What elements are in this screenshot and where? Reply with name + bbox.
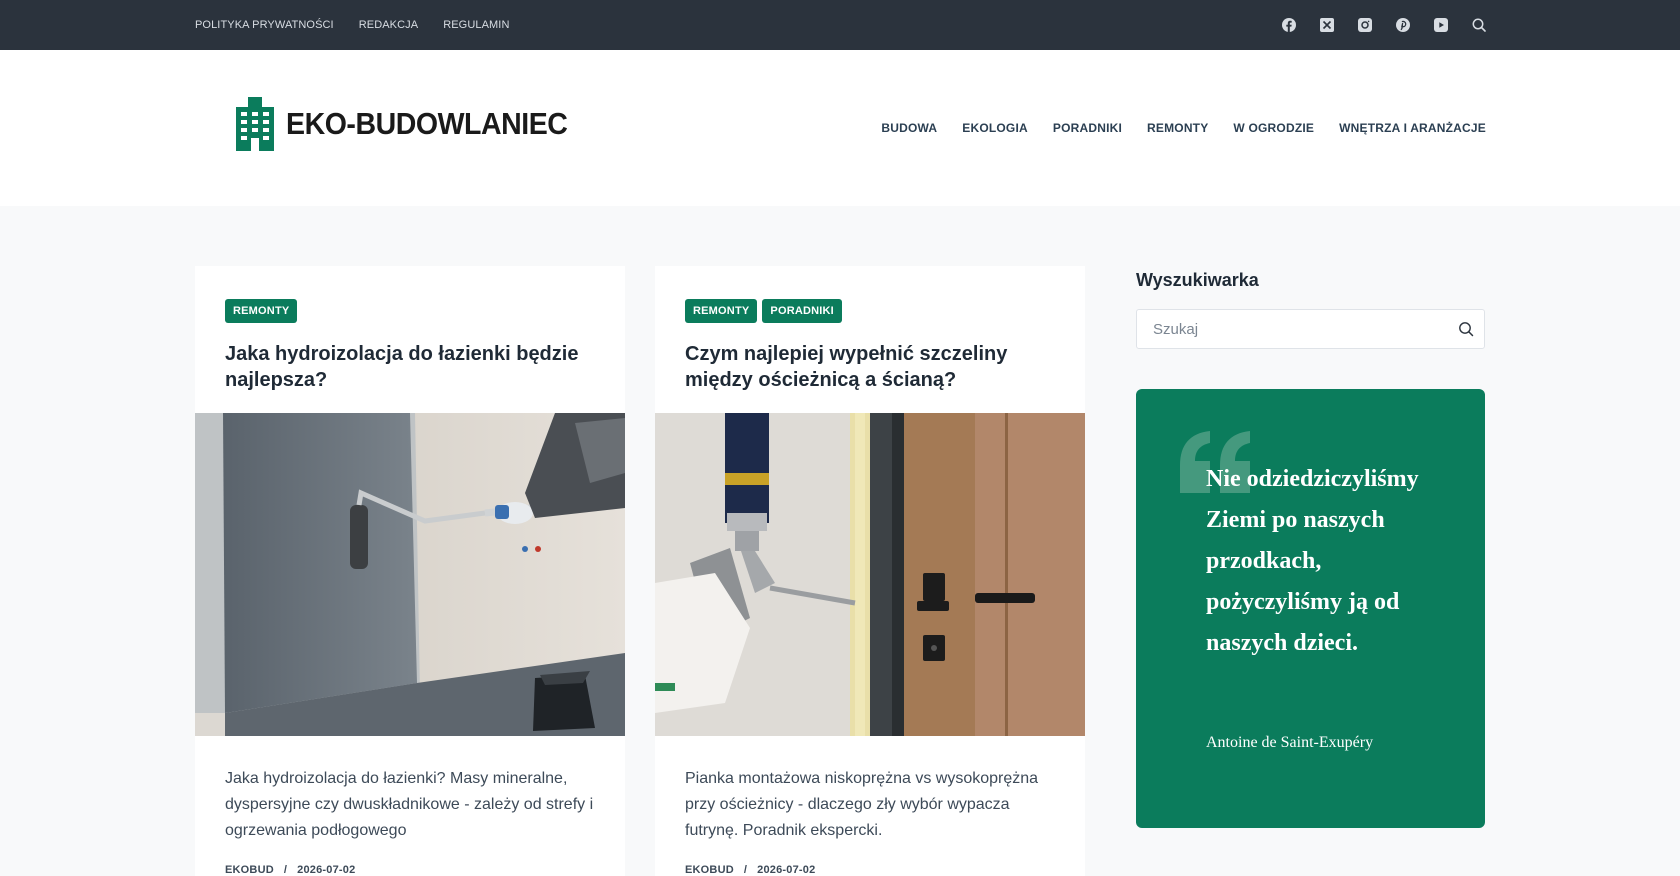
post-meta: EKOBUD / 2026-07-02 [685, 864, 815, 876]
main-nav: BUDOWA EKOLOGIA PORADNIKI REMONTY W OGRO… [881, 50, 1486, 206]
logo-text: EKO-BUDOWLANIEC [286, 106, 568, 141]
post-tag[interactable]: PORADNIKI [762, 299, 842, 323]
search-icon [1459, 322, 1474, 337]
top-link-terms[interactable]: REGULAMIN [443, 19, 509, 31]
quote-widget: Nie odziedziczyliśmy Ziemi po naszych pr… [1136, 389, 1485, 828]
nav-item-ekologia[interactable]: EKOLOGIA [962, 121, 1028, 135]
post-excerpt: Pianka montażowa niskoprężna vs wysokopr… [685, 770, 1039, 839]
meta-separator: / [283, 864, 288, 876]
post-date: 2026-07-02 [757, 864, 816, 876]
search-box [1136, 309, 1485, 349]
post-excerpt: Jaka hydroizolacja do łazienki? Masy min… [225, 770, 594, 839]
nav-item-remonty[interactable]: REMONTY [1147, 121, 1208, 135]
post-date: 2026-07-02 [297, 864, 356, 876]
post-title[interactable]: Jaka hydroizolacja do łazienki będzie na… [225, 341, 605, 393]
post-card: REMONTY PORADNIKI Czym najlepiej wypełni… [655, 266, 1085, 876]
nav-item-w-ogrodzie[interactable]: W OGRODZIE [1233, 121, 1314, 135]
search-button[interactable] [1458, 321, 1474, 337]
site-header: EKO-BUDOWLANIEC BUDOWA EKOLOGIA PORADNIK… [0, 50, 1680, 206]
top-link-editorial[interactable]: REDAKCJA [359, 19, 418, 31]
post-meta: EKOBUD / 2026-07-02 [225, 864, 355, 876]
quote-text: Nie odziedziczyliśmy Ziemi po naszych pr… [1206, 466, 1419, 656]
instagram-icon[interactable] [1358, 18, 1372, 32]
post-tag[interactable]: REMONTY [225, 299, 298, 323]
site-logo[interactable]: EKO-BUDOWLANIEC [234, 97, 592, 151]
quote-author: Antoine de Saint-Exupéry [1206, 734, 1374, 751]
x-twitter-icon[interactable] [1320, 18, 1334, 32]
building-logo-icon [236, 97, 274, 151]
search-input[interactable] [1137, 310, 1437, 348]
post-tags: REMONTY [225, 299, 298, 323]
top-link-privacy[interactable]: POLITYKA PRYWATNOŚCI [195, 19, 334, 31]
pinterest-icon[interactable] [1396, 18, 1410, 32]
search-icon[interactable] [1472, 18, 1486, 32]
post-author[interactable]: EKOBUD [685, 864, 734, 876]
post-author[interactable]: EKOBUD [225, 864, 274, 876]
post-tag[interactable]: REMONTY [685, 299, 758, 323]
social-links [1282, 0, 1486, 50]
youtube-icon[interactable] [1434, 18, 1448, 32]
nav-item-poradniki[interactable]: PORADNIKI [1053, 121, 1122, 135]
search-widget-title: Wyszukiwarka [1136, 270, 1259, 290]
post-card: REMONTY Jaka hydroizolacja do łazienki b… [195, 266, 625, 876]
nav-item-budowa[interactable]: BUDOWA [881, 121, 937, 135]
facebook-icon[interactable] [1282, 18, 1296, 32]
post-image-foam-door-frame[interactable] [655, 413, 1085, 736]
top-bar: POLITYKA PRYWATNOŚCI REDAKCJA REGULAMIN [0, 0, 1680, 50]
post-image-waterproofing[interactable] [195, 413, 625, 736]
nav-item-wnetrza[interactable]: WNĘTRZA I ARANŻACJE [1339, 121, 1486, 135]
post-title[interactable]: Czym najlepiej wypełnić szczeliny między… [685, 341, 1065, 393]
post-tags: REMONTY PORADNIKI [685, 299, 842, 323]
top-links: POLITYKA PRYWATNOŚCI REDAKCJA REGULAMIN [195, 0, 510, 50]
meta-separator: / [743, 864, 748, 876]
